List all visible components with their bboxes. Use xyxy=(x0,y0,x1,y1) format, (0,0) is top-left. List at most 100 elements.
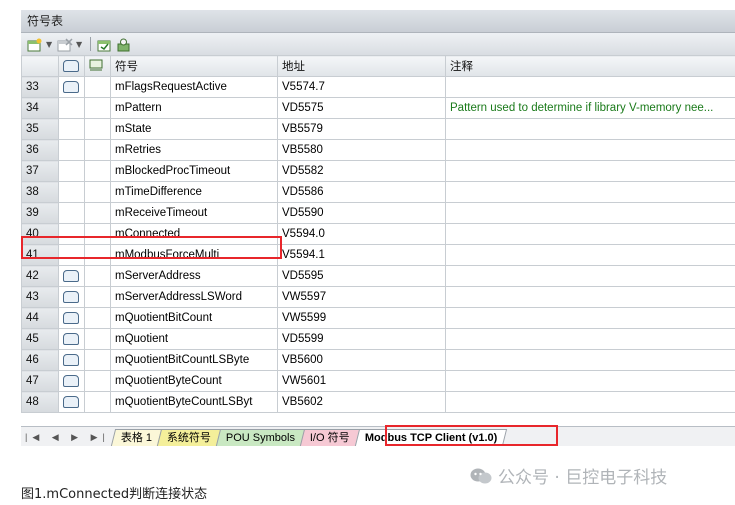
table-row[interactable]: 34 mPattern VD5575 Pattern used to determin… xyxy=(21,97,735,119)
comment-flag-cell[interactable] xyxy=(84,160,111,182)
symbol-cell[interactable]: mQuotientByteCountLSByt xyxy=(110,391,278,413)
comment-flag-cell[interactable] xyxy=(84,181,111,203)
address-cell[interactable]: VW5599 xyxy=(277,307,446,329)
symbol-cell[interactable]: mServerAddress xyxy=(110,265,278,287)
comment-header[interactable]: 注释 xyxy=(445,55,735,77)
tab-pou-symbols[interactable]: POU Symbols xyxy=(216,429,306,446)
comment-cell[interactable] xyxy=(445,139,735,161)
address-header[interactable]: 地址 xyxy=(277,55,446,77)
comment-cell[interactable] xyxy=(445,307,735,329)
row-number[interactable]: 48 xyxy=(21,391,59,413)
symbol-cell[interactable]: mModbusForceMulti xyxy=(110,244,278,266)
comment-cell[interactable] xyxy=(445,181,735,203)
object-icon-cell[interactable] xyxy=(58,76,85,98)
symbol-cell[interactable]: mServerAddressLSWord xyxy=(110,286,278,308)
comment-icon-header[interactable] xyxy=(84,55,111,77)
comment-flag-cell[interactable] xyxy=(84,286,111,308)
address-cell[interactable]: V5594.1 xyxy=(277,244,446,266)
comment-cell[interactable] xyxy=(445,286,735,308)
object-icon-cell[interactable] xyxy=(58,265,85,287)
symbol-cell[interactable]: mTimeDifference xyxy=(110,181,278,203)
row-number[interactable]: 41 xyxy=(21,244,59,266)
create-symbols-icon[interactable] xyxy=(97,37,113,52)
address-cell[interactable]: VW5601 xyxy=(277,370,446,392)
tab-modbus-tcp-client[interactable]: Modbus TCP Client (v1.0) xyxy=(354,429,508,446)
address-cell[interactable]: VD5599 xyxy=(277,328,446,350)
table-row[interactable]: 43 mServerAddressLSWord VW5597 xyxy=(21,286,735,308)
address-cell[interactable]: VD5582 xyxy=(277,160,446,182)
tab-system-symbols[interactable]: 系统符号 xyxy=(157,429,222,446)
chevron-down-icon[interactable]: ▼ xyxy=(76,40,84,49)
table-row[interactable]: 35 mState VB5579 xyxy=(21,118,735,140)
tab-table-1[interactable]: 表格 1 xyxy=(110,429,163,446)
object-icon-cell[interactable] xyxy=(58,181,85,203)
table-row[interactable]: 44 mQuotientBitCount VW5599 xyxy=(21,307,735,329)
address-cell[interactable]: VD5575 xyxy=(277,97,446,119)
address-cell[interactable]: VB5579 xyxy=(277,118,446,140)
row-number[interactable]: 42 xyxy=(21,265,59,287)
row-number[interactable]: 38 xyxy=(21,181,59,203)
table-row[interactable]: 36 mRetries VB5580 xyxy=(21,139,735,161)
apply-icon[interactable] xyxy=(116,37,132,52)
object-icon-cell[interactable] xyxy=(58,391,85,413)
comment-flag-cell[interactable] xyxy=(84,97,111,119)
tab-io-symbols[interactable]: I/O 符号 xyxy=(300,429,361,446)
symbol-cell[interactable]: mBlockedProcTimeout xyxy=(110,160,278,182)
address-cell[interactable]: VD5586 xyxy=(277,181,446,203)
comment-flag-cell[interactable] xyxy=(84,118,111,140)
row-number[interactable]: 47 xyxy=(21,370,59,392)
object-icon-cell[interactable] xyxy=(58,139,85,161)
address-cell[interactable]: VB5600 xyxy=(277,349,446,371)
sheet-nav-arrows[interactable]: |◀ ◀ ▶ ▶| xyxy=(21,428,113,446)
row-number[interactable]: 37 xyxy=(21,160,59,182)
comment-cell[interactable]: Pattern used to determine if library V-m… xyxy=(445,97,735,119)
address-cell[interactable]: VB5602 xyxy=(277,391,446,413)
symbol-cell[interactable]: mQuotientByteCount xyxy=(110,370,278,392)
table-row[interactable]: 42 mServerAddress VD5595 xyxy=(21,265,735,287)
object-icon-cell[interactable] xyxy=(58,97,85,119)
object-icon-cell[interactable] xyxy=(58,118,85,140)
object-icon-cell[interactable] xyxy=(58,370,85,392)
address-cell[interactable]: V5574.7 xyxy=(277,76,446,98)
comment-flag-cell[interactable] xyxy=(84,265,111,287)
comment-flag-cell[interactable] xyxy=(84,244,111,266)
comment-cell[interactable] xyxy=(445,202,735,224)
symbol-cell[interactable]: mConnected xyxy=(110,223,278,245)
table-row[interactable]: 33 mFlagsRequestActive V5574.7 xyxy=(21,76,735,98)
address-cell[interactable]: VW5597 xyxy=(277,286,446,308)
comment-cell[interactable] xyxy=(445,265,735,287)
comment-flag-cell[interactable] xyxy=(84,202,111,224)
comment-cell[interactable] xyxy=(445,328,735,350)
comment-flag-cell[interactable] xyxy=(84,328,111,350)
row-number[interactable]: 39 xyxy=(21,202,59,224)
row-number[interactable]: 40 xyxy=(21,223,59,245)
address-cell[interactable]: VD5590 xyxy=(277,202,446,224)
comment-flag-cell[interactable] xyxy=(84,76,111,98)
table-row[interactable]: 39 mReceiveTimeout VD5590 xyxy=(21,202,735,224)
object-icon-cell[interactable] xyxy=(58,202,85,224)
object-icon-header[interactable] xyxy=(58,55,85,77)
table-row[interactable]: 38 mTimeDifference VD5586 xyxy=(21,181,735,203)
address-cell[interactable]: VD5595 xyxy=(277,265,446,287)
comment-cell[interactable] xyxy=(445,76,735,98)
comment-flag-cell[interactable] xyxy=(84,391,111,413)
row-number[interactable]: 45 xyxy=(21,328,59,350)
comment-flag-cell[interactable] xyxy=(84,349,111,371)
comment-cell[interactable] xyxy=(445,244,735,266)
table-row[interactable]: 45 mQuotient VD5599 xyxy=(21,328,735,350)
row-number[interactable]: 35 xyxy=(21,118,59,140)
comment-cell[interactable] xyxy=(445,370,735,392)
symbol-cell[interactable]: mRetries xyxy=(110,139,278,161)
table-row[interactable]: 37 mBlockedProcTimeout VD5582 xyxy=(21,160,735,182)
comment-flag-cell[interactable] xyxy=(84,223,111,245)
row-number[interactable]: 33 xyxy=(21,76,59,98)
object-icon-cell[interactable] xyxy=(58,160,85,182)
comment-flag-cell[interactable] xyxy=(84,139,111,161)
table-row[interactable]: 41 mModbusForceMulti V5594.1 xyxy=(21,244,735,266)
address-cell[interactable]: VB5580 xyxy=(277,139,446,161)
table-row[interactable]: 47 mQuotientByteCount VW5601 xyxy=(21,370,735,392)
row-number[interactable]: 43 xyxy=(21,286,59,308)
row-number[interactable]: 44 xyxy=(21,307,59,329)
comment-cell[interactable] xyxy=(445,391,735,413)
table-row[interactable]: 40 mConnected V5594.0 xyxy=(21,223,735,245)
